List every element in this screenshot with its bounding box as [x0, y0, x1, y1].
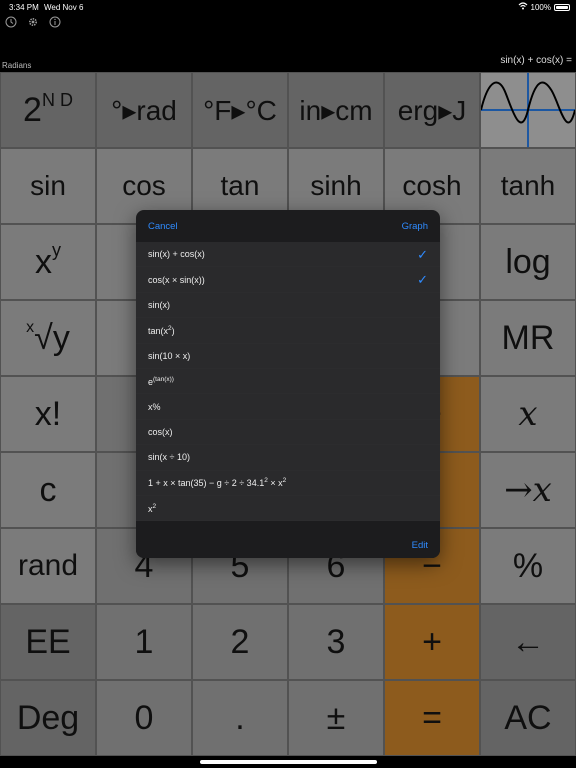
function-label: sin(x) + cos(x)	[148, 249, 205, 260]
status-date: Wed Nov 6	[44, 3, 84, 12]
function-list-item[interactable]: sin(x ÷ 10)	[136, 445, 440, 471]
home-indicator	[200, 760, 377, 764]
popover-footer: Edit	[136, 532, 440, 558]
function-list-item[interactable]: x%	[136, 394, 440, 420]
function-label: x%	[148, 401, 161, 412]
function-list-item[interactable]: 1 + x × tan(35) − g ÷ 2 ÷ 34.12 × x2	[136, 470, 440, 496]
toolbar-icons	[4, 15, 62, 29]
checkmark-icon: ✓	[417, 272, 428, 288]
function-label: x2	[148, 503, 156, 514]
function-label: sin(10 × x)	[148, 350, 191, 361]
function-list-item[interactable]: x2	[136, 495, 440, 522]
function-list-item[interactable]: e(tan(x))	[136, 368, 440, 395]
status-time: 3:34 PM	[9, 3, 39, 12]
cancel-button[interactable]: Cancel	[148, 221, 178, 232]
status-bar: 3:34 PM Wed Nov 6 100%	[0, 0, 576, 14]
function-list-item[interactable]: sin(x)	[136, 292, 440, 319]
function-label: sin(x)	[148, 299, 170, 310]
function-list-item[interactable]: cos(x)	[136, 419, 440, 446]
graph-functions-popover: Cancel Graph sin(x) + cos(x) ✓ cos(x × sin…	[136, 210, 440, 558]
history-icon[interactable]	[4, 15, 18, 29]
function-list-item[interactable]: sin(x) + cos(x) ✓	[136, 242, 440, 268]
function-label-exponent: 2	[282, 477, 287, 485]
function-label-part: 1 + x × tan(35) − g ÷ 2 ÷ 34.1	[148, 478, 265, 489]
wifi-icon	[518, 2, 528, 12]
status-right: 100%	[518, 2, 570, 12]
function-label: sin(x ÷ 10)	[148, 452, 190, 463]
gear-icon[interactable]	[26, 15, 40, 29]
function-label-part: tan(x	[148, 325, 169, 336]
edit-button[interactable]: Edit	[412, 540, 428, 551]
function-label: 1 + x × tan(35) − g ÷ 2 ÷ 34.12 × x2	[148, 477, 286, 488]
function-label: cos(x × sin(x))	[148, 274, 205, 285]
battery-percent: 100%	[530, 2, 551, 12]
battery-icon	[554, 3, 570, 11]
info-icon[interactable]	[48, 15, 62, 29]
function-list[interactable]: sin(x) + cos(x) ✓ cos(x × sin(x)) ✓ sin(x) ta…	[136, 242, 440, 532]
function-list-item[interactable]: cos(x × sin(x)) ✓	[136, 267, 440, 293]
function-label-exponent: 2	[152, 502, 157, 510]
function-label-part: × x	[267, 478, 283, 489]
graph-confirm-button[interactable]: Graph	[402, 221, 428, 232]
function-label: cos(x)	[148, 426, 173, 437]
checkmark-icon: ✓	[417, 247, 428, 262]
function-list-item[interactable]: sin(10 × x)	[136, 343, 440, 369]
function-label: e(tan(x))	[148, 376, 174, 387]
function-list-item[interactable]: tan(x2)	[136, 318, 440, 344]
angle-mode-label: Radians	[2, 61, 32, 70]
function-label: tan(x2)	[148, 325, 175, 336]
function-label-part: )	[171, 325, 175, 336]
popover-header: Cancel Graph	[136, 210, 440, 242]
function-label-exponent: (tan(x))	[153, 375, 174, 383]
expression-display: sin(x) + cos(x) =	[500, 55, 572, 66]
